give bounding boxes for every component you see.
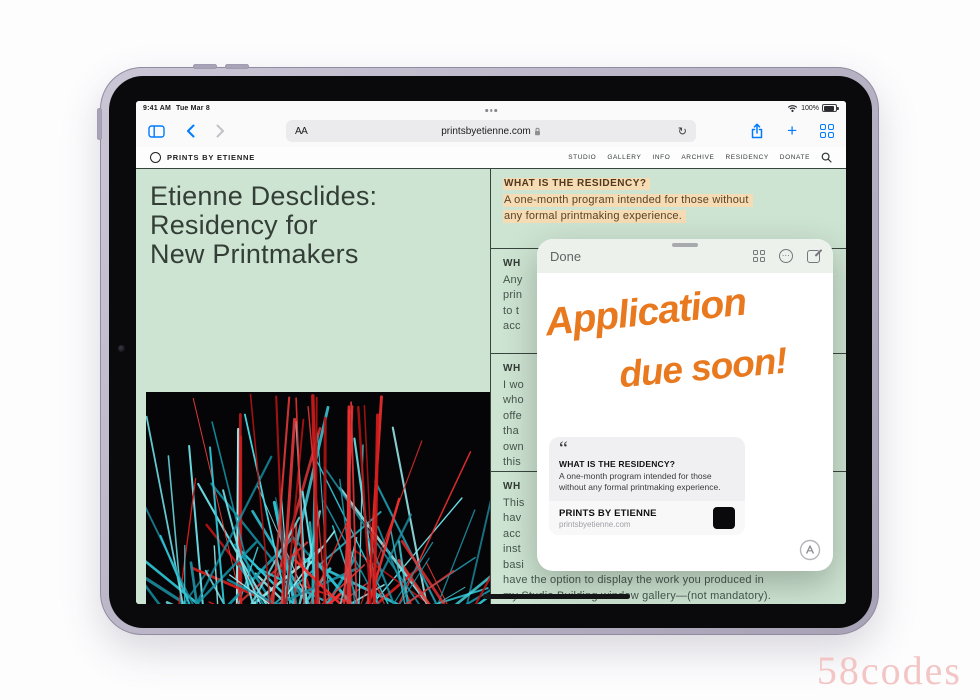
faq-answer-line: any formal printmaking experience.: [503, 209, 686, 223]
quoted-link-card[interactable]: “ WHAT IS THE RESIDENCY? A one-month pro…: [549, 437, 745, 535]
quote-heading: WHAT IS THE RESIDENCY?: [559, 459, 676, 469]
faq-answer-line: Any: [503, 273, 523, 286]
quote-thumbnail: [713, 507, 735, 529]
faq-answer-line: acc: [503, 527, 521, 540]
faq-answer-line: to t: [503, 304, 520, 317]
nav-item-gallery[interactable]: GALLERY: [607, 154, 641, 161]
volume-down-button[interactable]: [225, 64, 249, 69]
faq-answer-line: who: [503, 394, 524, 406]
sidebar-icon[interactable]: [148, 124, 165, 138]
more-options-icon[interactable]: ⋯: [779, 249, 793, 263]
quote-source-title: PRINTS BY ETIENNE: [559, 507, 657, 519]
lock-icon: [534, 127, 540, 135]
url-value: printsbyetienne.com: [441, 125, 531, 137]
home-indicator[interactable]: [483, 594, 630, 599]
quick-note-panel: Done ⋯ Application due soon! “ WHAT IS T…: [537, 239, 833, 571]
quote-source-url: printsbyetienne.com: [559, 519, 631, 529]
quote-body: A one-month program intended for those w…: [559, 471, 721, 492]
front-camera-icon: [118, 345, 125, 352]
faq-answer-line: own: [503, 440, 524, 453]
photo-canvas: 9:41 AM Tue Mar 8 100% AA printsbyetienn…: [0, 0, 980, 700]
faq-answer-line: hav: [503, 512, 522, 524]
faq-answer-line: I wo: [503, 378, 524, 391]
forward-icon[interactable]: [216, 124, 225, 138]
quote-icon: “: [559, 438, 568, 460]
title-line: New Printmakers: [150, 239, 359, 269]
url-text: printsbyetienne.com: [286, 126, 696, 137]
article-column: Etienne Desclides: Residency for New Pri…: [136, 169, 490, 604]
faq-answer-line: inst: [503, 543, 521, 555]
back-icon[interactable]: [186, 124, 195, 138]
faq-answer-line: have the option to display the work you …: [503, 574, 764, 586]
note-drag-handle[interactable]: [672, 243, 698, 247]
site-nav: STUDIO GALLERY INFO ARCHIVE RESIDENCY DO…: [568, 152, 832, 163]
nav-item-residency[interactable]: RESIDENCY: [725, 154, 768, 161]
multitasking-indicator[interactable]: [485, 109, 497, 112]
faq-answer-line: A one-month program intended for those w…: [503, 194, 753, 207]
nav-item-archive[interactable]: ARCHIVE: [681, 154, 714, 161]
new-tab-icon[interactable]: +: [787, 122, 797, 139]
site-logo[interactable]: PRINTS BY ETIENNE: [150, 152, 255, 163]
nav-item-studio[interactable]: STUDIO: [568, 154, 596, 161]
tabs-icon[interactable]: [820, 124, 834, 138]
date-text: Tue Mar 8: [175, 105, 210, 112]
address-bar[interactable]: AA printsbyetienne.com ↻: [286, 120, 696, 142]
status-right: 100%: [787, 104, 839, 112]
screen: 9:41 AM Tue Mar 8 100% AA printsbyetienn…: [136, 101, 846, 604]
search-icon[interactable]: [821, 152, 832, 163]
done-button[interactable]: Done: [550, 249, 581, 264]
power-button[interactable]: [97, 108, 102, 140]
faq-item: WHAT IS THE RESIDENCY? A one-month progr…: [491, 169, 846, 249]
wifi-icon: [787, 105, 798, 112]
browser-toolbar: AA printsbyetienne.com ↻ +: [136, 115, 846, 147]
faq-answer-line: basi: [503, 558, 524, 571]
handwritten-text: due soon!: [617, 339, 789, 396]
battery-icon: [822, 104, 839, 112]
brand-name: PRINTS BY ETIENNE: [167, 153, 256, 162]
scribble-tool-button[interactable]: [799, 539, 821, 561]
site-header: PRINTS BY ETIENNE STUDIO GALLERY INFO AR…: [136, 147, 846, 168]
ipad-device: 9:41 AM Tue Mar 8 100% AA printsbyetienn…: [97, 64, 879, 635]
title-line: Residency for: [150, 210, 318, 240]
faq-answer-line: offe: [503, 409, 522, 422]
volume-up-button[interactable]: [193, 64, 217, 69]
nav-item-info[interactable]: INFO: [652, 154, 670, 161]
watermark: 58codes: [816, 648, 962, 693]
status-time: 9:41 AM Tue Mar 8: [143, 105, 210, 112]
faq-answer-line: acc: [503, 320, 521, 333]
faq-answer: A one-month program intended for those w…: [503, 193, 834, 224]
clock-text: 9:41 AM: [143, 105, 171, 112]
title-line: Etienne Desclides:: [150, 181, 378, 211]
faq-answer-line: this: [503, 456, 521, 468]
faq-answer-line: This: [503, 496, 525, 509]
share-icon[interactable]: [750, 123, 764, 139]
faq-answer-line: tha: [503, 425, 519, 437]
faq-question: WHAT IS THE RESIDENCY?: [503, 178, 834, 190]
nav-item-donate[interactable]: DONATE: [780, 154, 810, 161]
print-artwork: [146, 392, 490, 604]
notes-grid-icon[interactable]: [753, 250, 765, 262]
safari-toolbar: 9:41 AM Tue Mar 8 100% AA printsbyetienn…: [136, 101, 846, 147]
faq-answer-line: prin: [503, 289, 523, 302]
logo-circle-icon: [150, 152, 161, 163]
handwritten-text: Application: [543, 280, 748, 345]
screen-bezel: 9:41 AM Tue Mar 8 100% AA printsbyetienn…: [109, 76, 872, 628]
quote-source: PRINTS BY ETIENNE printsbyetienne.com: [549, 501, 745, 535]
battery-percent: 100%: [801, 104, 819, 112]
status-bar: 9:41 AM Tue Mar 8 100%: [136, 101, 846, 115]
page-title: Etienne Desclides: Residency for New Pri…: [150, 182, 490, 269]
compose-icon[interactable]: [807, 249, 820, 263]
